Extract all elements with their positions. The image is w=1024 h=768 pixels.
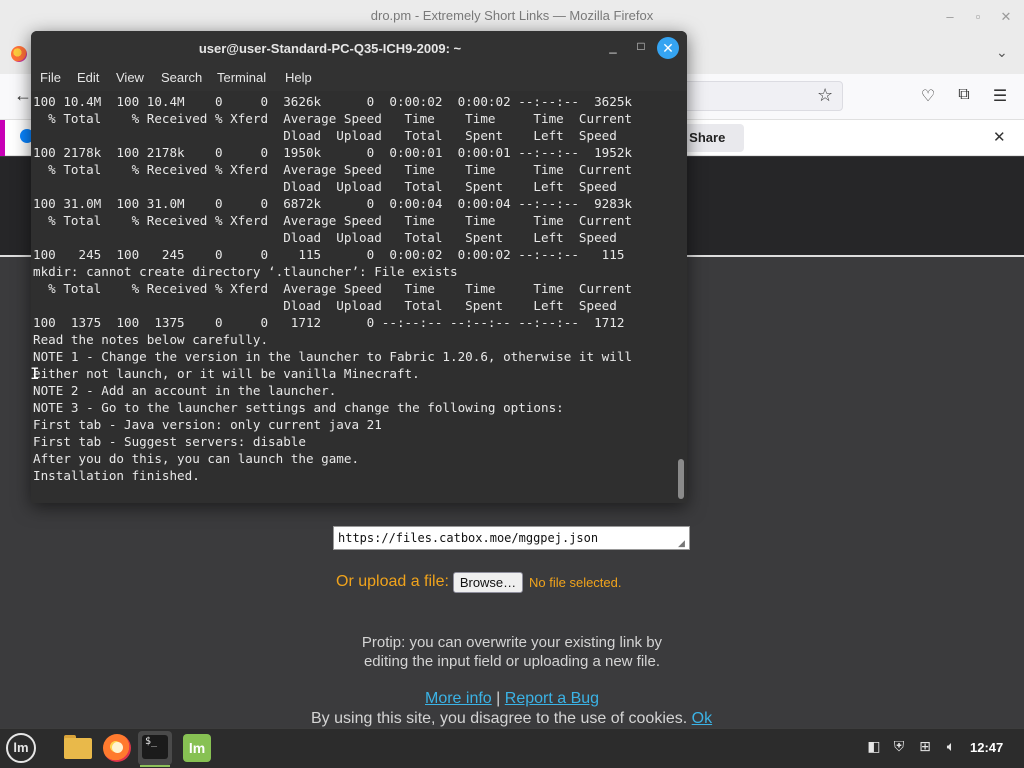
text-cursor-icon: I	[30, 364, 40, 383]
protip-line-2: editing the input field or uploading a n…	[0, 653, 1024, 670]
cookie-notice: By using this site, you disagree to the …	[311, 710, 712, 728]
terminal-minimize-icon[interactable]: _	[605, 39, 621, 54]
firefox-close-button[interactable]: ✕	[998, 9, 1014, 25]
terminal-close-icon[interactable]: ✕	[657, 37, 679, 59]
firefox-window-title: dro.pm - Extremely Short Links — Mozilla…	[370, 8, 654, 23]
hamburger-menu-icon[interactable]: ☰	[990, 86, 1010, 106]
terminal-line: NOTE 2 - Add an account in the launcher.	[33, 383, 337, 398]
bookmark-star-icon[interactable]: ☆	[817, 85, 833, 106]
terminal-output[interactable]: 100 10.4M 100 10.4M 0 0 3626k 0 0:00:02 …	[31, 91, 676, 503]
browse-button[interactable]: Browse…	[453, 572, 523, 593]
terminal-line: either not launch, or it will be vanilla…	[33, 366, 420, 381]
terminal-line: Dload Upload Total Spent Left Speed	[33, 230, 617, 245]
volume-icon[interactable]: 🔈︎	[941, 738, 961, 755]
terminal-line: % Total % Received % Xferd Average Speed…	[33, 162, 632, 177]
terminal-line: 100 2178k 100 2178k 0 0 1950k 0 0:00:01 …	[33, 145, 632, 160]
back-arrow-icon[interactable]: ←	[14, 85, 32, 106]
terminal-line: % Total % Received % Xferd Average Speed…	[33, 111, 632, 126]
update-manager-glyph: lm	[183, 734, 211, 762]
firefox-titlebar: dro.pm - Extremely Short Links — Mozilla…	[0, 0, 1024, 34]
terminal-lines: 100 10.4M 100 10.4M 0 0 3626k 0 0:00:02 …	[33, 93, 632, 484]
firefox-minimize-button[interactable]: –	[942, 9, 958, 25]
terminal-line: Dload Upload Total Spent Left Speed	[33, 298, 617, 313]
footer-links: More info | Report a Bug	[425, 690, 599, 708]
menu-terminal[interactable]: Terminal	[217, 70, 266, 85]
terminal-line: 100 31.0M 100 31.0M 0 0 6872k 0 0:00:04 …	[33, 196, 632, 211]
menu-view[interactable]: View	[116, 70, 144, 85]
terminal-maximize-icon[interactable]: □	[633, 39, 649, 53]
terminal-scrollbar[interactable]	[676, 91, 687, 503]
firefox-tab-favicon-icon[interactable]	[11, 46, 27, 62]
resize-handle-icon[interactable]: ◢	[678, 538, 685, 549]
terminal-scrollbar-thumb[interactable]	[678, 459, 684, 499]
terminal-line: Installation finished.	[33, 468, 200, 483]
files-folder-icon[interactable]	[60, 731, 94, 765]
cookie-text: By using this site, you disagree to the …	[311, 710, 688, 727]
terminal-line: % Total % Received % Xferd Average Speed…	[33, 281, 632, 296]
extensions-puzzle-icon[interactable]: ⧉	[954, 86, 974, 104]
upload-label: Or upload a file:	[336, 573, 449, 590]
firefox-maximize-button[interactable]: ▫	[970, 9, 986, 25]
report-bug-link[interactable]: Report a Bug	[505, 690, 599, 707]
notification-accent-stripe	[0, 120, 5, 156]
menu-file[interactable]: File	[40, 70, 61, 85]
terminal-title: user@user-Standard-PC-Q35-ICH9-2009: ~	[198, 41, 462, 56]
notification-close-icon[interactable]: ✕	[993, 128, 1006, 146]
protip-text-1: Protip: you can overwrite your existing …	[361, 634, 663, 651]
terminal-line: After you do this, you can launch the ga…	[33, 451, 360, 466]
update-manager-icon[interactable]: lm	[180, 731, 214, 765]
terminal-line: 100 245 100 245 0 0 115 0 0:00:02 0:00:0…	[33, 247, 625, 262]
terminal-line: NOTE 1 - Change the version in the launc…	[33, 349, 632, 364]
active-window-indicator	[140, 765, 170, 767]
shield-icon[interactable]: ⛨	[889, 738, 909, 755]
terminal-glyph: $_	[142, 735, 168, 759]
menu-help[interactable]: Help	[285, 70, 312, 85]
list-all-tabs-chevron-icon[interactable]: ⌄	[996, 44, 1008, 61]
terminal-line: Read the notes below carefully.	[33, 332, 269, 347]
protip-line-1: Protip: you can overwrite your existing …	[0, 634, 1024, 651]
terminal-line: mkdir: cannot create directory ‘.tlaunch…	[33, 264, 458, 279]
cookie-ok-link[interactable]: Ok	[692, 710, 712, 727]
link-separator: |	[496, 690, 501, 707]
mint-menu-icon[interactable]: lm	[6, 733, 36, 763]
terminal-line: First tab - Suggest servers: disable	[33, 434, 306, 449]
terminal-line: Dload Upload Total Spent Left Speed	[33, 179, 617, 194]
notifications-tray-icon[interactable]: ◧	[864, 738, 884, 755]
terminal-line: NOTE 3 - Go to the launcher settings and…	[33, 400, 564, 415]
terminal-line: 100 10.4M 100 10.4M 0 0 3626k 0 0:00:02 …	[33, 94, 632, 109]
menu-search[interactable]: Search	[161, 70, 202, 85]
firefox-icon[interactable]	[100, 731, 134, 765]
more-info-link[interactable]: More info	[425, 690, 492, 707]
pocket-icon[interactable]: ♡	[918, 86, 938, 106]
clock[interactable]: 12:47	[970, 740, 1003, 755]
link-url-input[interactable]: https://files.catbox.moe/mggpej.json	[333, 526, 690, 550]
terminal-line: First tab - Java version: only current j…	[33, 417, 382, 432]
terminal-line: % Total % Received % Xferd Average Speed…	[33, 213, 632, 228]
protip-text-2: editing the input field or uploading a n…	[363, 653, 661, 670]
terminal-window[interactable]: user@user-Standard-PC-Q35-ICH9-2009: ~ _…	[31, 31, 687, 503]
terminal-line: Dload Upload Total Spent Left Speed	[33, 128, 617, 143]
terminal-app-icon[interactable]: $_	[138, 731, 172, 765]
no-file-selected-text: No file selected.	[529, 575, 622, 590]
terminal-line: 100 1375 100 1375 0 0 1712 0 --:--:-- --…	[33, 315, 625, 330]
network-icon[interactable]: ⊞	[915, 738, 935, 755]
menu-edit[interactable]: Edit	[77, 70, 99, 85]
